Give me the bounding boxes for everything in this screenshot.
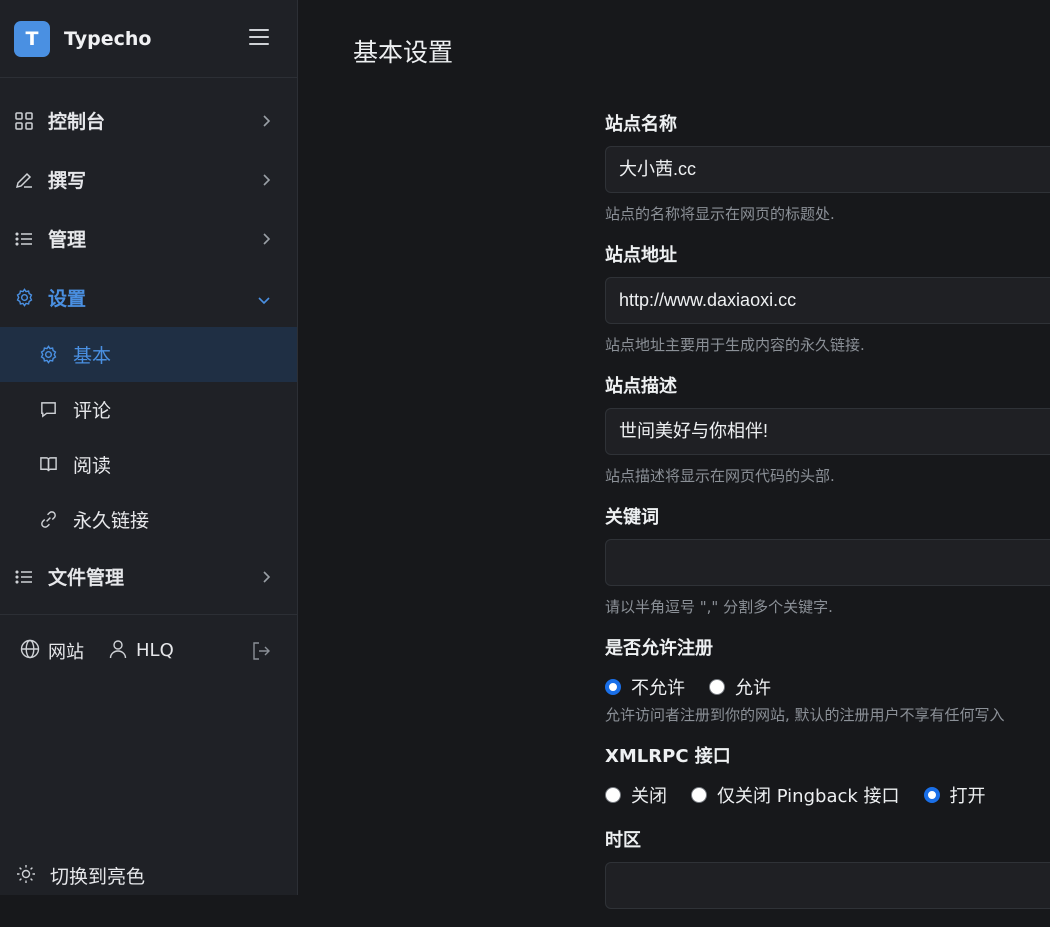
field-site-desc: 站点描述 世间美好与你相伴! 站点描述将显示在网页代码的头部. [605,374,1050,487]
sidebar-item-write[interactable]: 撰写 [0,150,297,209]
radio-label: 不允许 [631,674,685,700]
sidebar-subitem-label: 评论 [73,396,111,423]
sidebar-footer: 网站 HLQ [0,614,297,686]
xmlrpc-radio-on[interactable]: 打开 [924,782,986,808]
xmlrpc-radio-pingback-off[interactable]: 仅关闭 Pingback 接口 [691,782,900,808]
sidebar-item-label: 设置 [48,284,86,311]
brand-header: T Typecho [0,0,297,78]
sun-icon [16,864,36,888]
sidebar-item-files[interactable]: 文件管理 [0,547,297,606]
chevron-down-icon [257,290,271,309]
comment-icon [38,400,58,420]
sidebar-item-dashboard[interactable]: 控制台 [0,91,297,150]
radio-label: 允许 [735,674,771,700]
page-title: 基本设置 [353,33,453,69]
sidebar-item-label: 文件管理 [48,563,124,590]
gear-icon [14,288,34,308]
chevron-right-icon [261,231,271,250]
user-link-label: HLQ [136,640,174,661]
sidebar-subitem-label: 永久链接 [73,506,149,533]
xmlrpc-radio-group: 关闭 仅关闭 Pingback 接口 打开 [605,782,1050,808]
keywords-input[interactable] [605,539,1050,586]
field-label: 站点名称 [605,112,1050,137]
radio-label: 仅关闭 Pingback 接口 [717,782,900,808]
brand-name[interactable]: Typecho [64,28,151,50]
field-site-url: 站点地址 http://www.daxiaoxi.cc 站点地址主要用于生成内容… [605,243,1050,356]
field-site-name: 站点名称 大小茜.cc 站点的名称将显示在网页的标题处. [605,112,1050,225]
sidebar-subitem-label: 阅读 [73,451,111,478]
field-allow-register: 是否允许注册 不允许 允许 允许访问者注册到你的网站, 默认的注册用户不享有任何… [605,636,1050,726]
site-link-label: 网站 [48,638,84,664]
sidebar-item-settings[interactable]: 设置 [0,268,297,327]
pencil-icon [14,170,34,190]
sidebar-nav: 控制台 撰写 管理 设置 [0,78,297,606]
field-help: 允许访问者注册到你的网站, 默认的注册用户不享有任何写入 [605,704,1050,726]
link-icon [38,510,58,530]
radio-unchecked[interactable] [691,787,707,803]
chevron-right-icon [261,172,271,191]
field-label: XMLRPC 接口 [605,744,1050,769]
field-help: 站点的名称将显示在网页的标题处. [605,203,1050,225]
main-content: 基本设置 站点名称 大小茜.cc 站点的名称将显示在网页的标题处. 站点地址 h… [299,0,1050,895]
user-link[interactable]: HLQ [108,639,174,663]
globe-icon [20,639,40,663]
sidebar-item-label: 撰写 [48,166,86,193]
xmlrpc-radio-off[interactable]: 关闭 [605,782,667,808]
radio-label: 打开 [950,782,986,808]
chevron-right-icon [261,113,271,132]
site-url-input[interactable]: http://www.daxiaoxi.cc [605,277,1050,324]
field-help: 请以半角逗号 "," 分割多个关键字. [605,596,1050,618]
site-description-input[interactable]: 世间美好与你相伴! [605,408,1050,455]
field-label: 是否允许注册 [605,636,1050,661]
field-label: 站点描述 [605,374,1050,399]
field-xmlrpc: XMLRPC 接口 关闭 仅关闭 Pingback 接口 打开 [605,744,1050,808]
sidebar: T Typecho 控制台 撰写 [0,0,298,895]
field-label: 站点地址 [605,243,1050,268]
theme-toggle-label: 切换到亮色 [50,862,145,889]
grid-icon [14,111,34,131]
field-label: 时区 [605,828,1050,853]
register-radio-group: 不允许 允许 [605,674,1050,700]
sidebar-subitem-reading[interactable]: 阅读 [0,437,297,492]
book-icon [38,455,58,475]
sidebar-subitem-comments[interactable]: 评论 [0,382,297,437]
gear-icon [38,345,58,365]
field-timezone: 时区 [605,828,1050,909]
user-icon [108,639,128,663]
site-link[interactable]: 网站 [20,638,84,664]
site-name-input[interactable]: 大小茜.cc [605,146,1050,193]
field-label: 关键词 [605,505,1050,530]
sidebar-subitem-basic[interactable]: 基本 [0,327,297,382]
register-radio-allow[interactable]: 允许 [709,674,771,700]
chevron-right-icon [261,569,271,588]
theme-toggle-button[interactable]: 切换到亮色 [16,862,145,889]
radio-checked[interactable] [605,679,621,695]
settings-form: 站点名称 大小茜.cc 站点的名称将显示在网页的标题处. 站点地址 http:/… [605,112,1050,927]
radio-label: 关闭 [631,782,667,808]
sidebar-item-manage[interactable]: 管理 [0,209,297,268]
hamburger-menu-icon[interactable] [249,29,269,47]
register-radio-disallow[interactable]: 不允许 [605,674,685,700]
radio-unchecked[interactable] [709,679,725,695]
list-icon [14,567,34,587]
field-keywords: 关键词 请以半角逗号 "," 分割多个关键字. [605,505,1050,618]
sidebar-subitem-permalink[interactable]: 永久链接 [0,492,297,547]
brand-logo[interactable]: T [14,21,50,57]
list-icon [14,229,34,249]
sidebar-item-label: 管理 [48,225,86,252]
sidebar-item-label: 控制台 [48,107,105,134]
field-help: 站点地址主要用于生成内容的永久链接. [605,334,1050,356]
sidebar-subitem-label: 基本 [73,341,111,368]
radio-unchecked[interactable] [605,787,621,803]
radio-checked[interactable] [924,787,940,803]
field-help: 站点描述将显示在网页代码的头部. [605,465,1050,487]
timezone-select[interactable] [605,862,1050,909]
logout-icon[interactable] [251,641,271,665]
